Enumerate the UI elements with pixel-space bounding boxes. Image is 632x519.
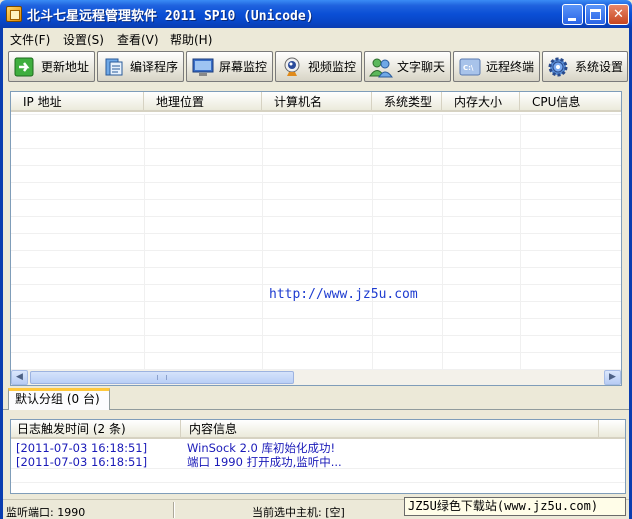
remote-terminal-label: 远程终端: [486, 60, 535, 74]
update-address-button[interactable]: 更新地址: [8, 51, 95, 82]
grid-line: [520, 114, 521, 370]
grid-line: [262, 114, 263, 370]
column-cpu[interactable]: CPU信息: [520, 92, 621, 112]
log-message: 端口 1990 打开成功,监听中...: [187, 455, 342, 469]
menu-bar: 文件(F) 设置(S) 查看(V) 帮助(H): [3, 28, 629, 48]
svg-text:C:\: C:\: [463, 64, 474, 72]
scroll-left-arrow[interactable]: ◀: [11, 370, 28, 385]
watermark-url: http://www.jz5u.com: [269, 287, 418, 302]
tab-default-group[interactable]: 默认分组 (0 台): [8, 388, 110, 410]
grid-line: [372, 114, 373, 370]
text-chat-button[interactable]: 文字聊天: [364, 51, 451, 82]
title-bar[interactable]: 北斗七星远程管理软件 2011 SP10 (Unicode) ✕: [0, 0, 632, 28]
window-frame-left: [0, 28, 3, 519]
menu-view[interactable]: 查看(V): [117, 31, 159, 48]
terminal-icon: C:\: [458, 56, 482, 78]
remote-terminal-button[interactable]: C:\ 远程终端: [453, 51, 540, 82]
log-time: [2011-07-03 16:18:51]: [16, 455, 148, 469]
arrow-left-icon: ◀: [16, 372, 23, 382]
grid-line: [144, 114, 145, 370]
log-row[interactable]: [2011-07-03 16:18:51] 端口 1990 打开成功,监听中..…: [11, 455, 625, 469]
close-icon: ✕: [613, 7, 624, 22]
grid-line: [442, 114, 443, 370]
log-time: [2011-07-03 16:18:51]: [16, 441, 148, 455]
menu-file[interactable]: 文件(F): [10, 31, 50, 48]
log-list-header: 日志触发时间 (2 条) 内容信息: [11, 420, 625, 439]
log-row[interactable]: [2011-07-03 16:18:51] WinSock 2.0 库初始化成功…: [11, 441, 625, 455]
update-address-label: 更新地址: [41, 60, 90, 74]
compile-button[interactable]: 编译程序: [97, 51, 184, 82]
log-message: WinSock 2.0 库初始化成功!: [187, 441, 336, 455]
toolbar: 更新地址 编译程序 屏幕监控 视频监控 文字聊天 C:\ 远程终端 系统设置: [3, 49, 629, 84]
minimize-button[interactable]: [562, 4, 583, 25]
host-list-header: IP 地址 地理位置 计算机名 系统类型 内存大小 CPU信息: [11, 92, 621, 112]
host-list[interactable]: IP 地址 地理位置 计算机名 系统类型 内存大小 CPU信息 http://w…: [10, 91, 622, 386]
column-log-content[interactable]: 内容信息: [181, 420, 599, 439]
column-location[interactable]: 地理位置: [144, 92, 262, 112]
scroll-thumb[interactable]: [30, 371, 294, 384]
video-monitor-label: 视频监控: [308, 60, 357, 74]
system-settings-label: 系统设置: [575, 60, 624, 74]
webcam-icon: [280, 56, 304, 78]
site-watermark: JZ5U绿色下载站(www.jz5u.com): [404, 497, 626, 516]
log-list[interactable]: 日志触发时间 (2 条) 内容信息 [2011-07-03 16:18:51] …: [10, 419, 626, 494]
screen-monitor-button[interactable]: 屏幕监控: [186, 51, 273, 82]
status-selected-host: 当前选中主机: [空]: [252, 506, 345, 519]
video-monitor-button[interactable]: 视频监控: [275, 51, 362, 82]
horizontal-scrollbar[interactable]: ◀ ▶: [11, 370, 621, 385]
refresh-arrow-icon: [13, 56, 37, 78]
chat-users-icon: [369, 56, 393, 78]
compile-label: 编译程序: [130, 60, 179, 74]
gear-icon: [547, 56, 571, 78]
system-settings-button[interactable]: 系统设置: [542, 51, 628, 82]
app-icon: [6, 6, 22, 22]
window-title: 北斗七星远程管理软件 2011 SP10 (Unicode): [27, 9, 314, 24]
monitor-icon: [191, 56, 215, 78]
host-list-grid: [11, 114, 621, 370]
text-chat-label: 文字聊天: [397, 60, 446, 74]
column-os-type[interactable]: 系统类型: [372, 92, 442, 112]
column-memory[interactable]: 内存大小: [442, 92, 520, 112]
maximize-button[interactable]: [585, 4, 606, 25]
column-computer-name[interactable]: 计算机名: [262, 92, 372, 112]
close-button[interactable]: ✕: [608, 4, 629, 25]
maximize-icon: [590, 9, 601, 20]
scroll-right-arrow[interactable]: ▶: [604, 370, 621, 385]
status-port: 监听端口: 1990: [6, 506, 86, 519]
log-grid: [11, 468, 625, 493]
compile-icon: [102, 56, 126, 78]
menu-settings[interactable]: 设置(S): [63, 31, 104, 48]
column-ip[interactable]: IP 地址: [11, 92, 144, 112]
arrow-right-icon: ▶: [609, 372, 616, 382]
screen-monitor-label: 屏幕监控: [219, 60, 268, 74]
status-separator: [173, 502, 175, 518]
menu-help[interactable]: 帮助(H): [170, 31, 212, 48]
minimize-icon: [568, 18, 576, 21]
column-log-time[interactable]: 日志触发时间 (2 条): [11, 420, 181, 439]
